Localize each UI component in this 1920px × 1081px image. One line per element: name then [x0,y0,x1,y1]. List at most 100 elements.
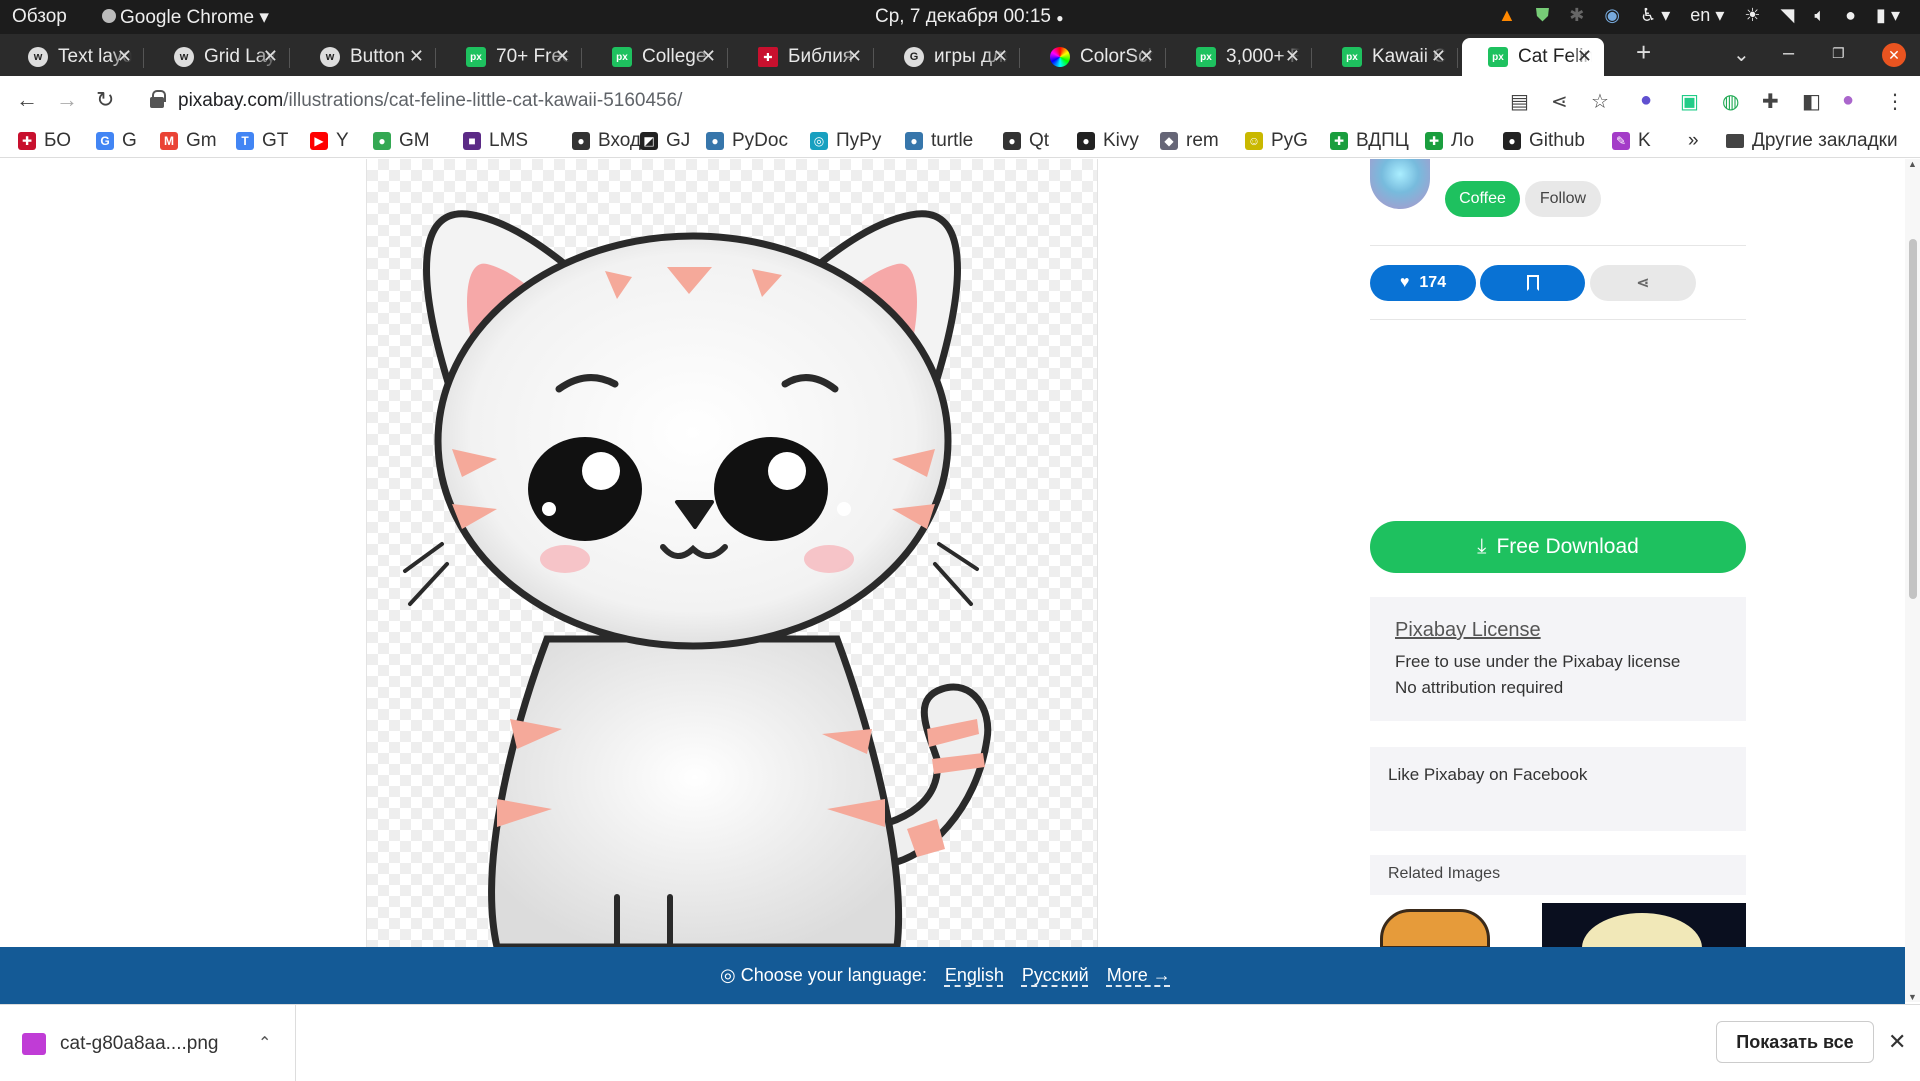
browser-tab[interactable]: px College ✕ [586,38,728,76]
tab-close-icon[interactable]: ✕ [1431,46,1446,67]
tab-close-icon[interactable]: ✕ [555,46,570,67]
scroll-down-icon[interactable]: ▼ [1908,992,1917,1002]
bookmark-item[interactable]: ◆ rem [1160,130,1219,152]
browser-tab[interactable]: wText layout✕ [2,38,144,76]
browser-tab[interactable]: w Button ✕ [294,38,436,76]
language-more-link[interactable]: More → [1107,965,1171,986]
bookmarks-overflow-button[interactable]: » [1688,130,1699,152]
download-item[interactable]: cat-g80a8aa....png [22,1033,218,1055]
related-image-thumb[interactable] [1542,903,1746,947]
bookmark-item[interactable]: ● turtle [905,130,973,152]
coffee-button[interactable]: Coffee [1445,181,1520,217]
page-scrollbar[interactable]: ▲ ▼ [1905,159,1920,1002]
wifi-icon[interactable]: ◥ [1781,5,1795,26]
microphone-icon[interactable]: ● [1845,5,1856,26]
lock-icon[interactable] [150,90,166,108]
app-menu[interactable]: Google Chrome ▾ [102,6,269,29]
tab-close-icon[interactable]: ✕ [847,46,862,67]
extension-reader-icon[interactable]: ▣ [1680,89,1699,114]
bookmark-item[interactable]: ● Вход [572,130,641,152]
bookmark-item[interactable]: ✚ ВДПЦ [1330,130,1409,152]
side-panel-icon[interactable]: ◧ [1802,89,1821,114]
tab-close-icon[interactable]: ✕ [263,46,278,67]
scroll-up-icon[interactable]: ▲ [1908,159,1917,169]
language-russian-link[interactable]: Русский [1022,965,1089,986]
vlc-icon[interactable]: ▲ [1498,5,1516,26]
show-all-downloads-button[interactable]: Показать все [1716,1021,1874,1063]
share-button[interactable]: ⋖ [1590,265,1696,301]
close-downloads-icon[interactable]: ✕ [1888,1029,1906,1055]
battery-icon[interactable]: ▮ ▾ [1876,5,1900,26]
bookmark-item[interactable]: ● Kivy [1077,130,1139,152]
bookmark-item[interactable]: ● Github [1503,130,1585,152]
activities-button[interactable]: Обзор [12,6,67,28]
follow-button[interactable]: Follow [1525,181,1601,217]
bookmark-item[interactable]: ◩ GJ [640,130,690,152]
bookmark-item[interactable]: ✚ БО [18,130,71,152]
chevron-up-icon[interactable]: ⌃ [258,1033,271,1053]
bookmark-item[interactable]: ▶ Y [310,130,349,152]
clock[interactable]: Ср, 7 декабря 00:15 ● [875,6,1064,28]
free-download-button[interactable]: ⤓ Free Download [1370,521,1746,573]
related-image-thumb[interactable] [1370,903,1502,947]
profile-avatar[interactable]: ● [1842,89,1854,112]
volume-icon[interactable]: 🔈︎ [1814,5,1825,26]
other-bookmarks-folder[interactable]: Другие закладки [1726,130,1898,152]
save-button[interactable] [1480,265,1585,301]
bookmark-item[interactable]: ◎ ПуРу [810,130,881,152]
keyboard-layout[interactable]: en ▾ [1690,5,1724,26]
new-tab-button[interactable]: + [1636,37,1651,68]
scrollbar-thumb[interactable] [1909,239,1917,599]
accessibility-icon[interactable]: ♿ ▾ [1640,5,1670,26]
browser-tab[interactable]: px 70+ Free ✕ [440,38,582,76]
tab-search-icon[interactable]: ⌄ [1733,42,1750,67]
reload-button[interactable]: ↻ [96,87,114,113]
extension-badge-icon[interactable]: ◍ [1722,89,1739,114]
bookmark-item[interactable]: ✎ K [1612,130,1651,152]
share-icon[interactable]: ⋖ [1551,89,1568,114]
minimize-button[interactable]: – [1783,42,1794,65]
license-link[interactable]: Pixabay License [1395,619,1541,642]
bookmark-item[interactable]: M Gm [160,130,217,152]
bookmark-item[interactable]: T GT [236,130,288,152]
globe-icon[interactable]: ◉ [1604,5,1620,26]
bookmark-item[interactable]: ■ LMS [463,130,528,152]
address-bar[interactable]: pixabay.com/illustrations/cat-feline-lit… [140,80,1615,120]
bookmark-item[interactable]: GG [96,130,137,152]
author-avatar[interactable] [1370,159,1430,209]
browser-tab[interactable]: ColorScheme✕ [1024,38,1166,76]
bookmark-star-icon[interactable]: ☆ [1591,89,1609,114]
tab-close-icon[interactable]: ✕ [117,46,132,67]
tab-close-icon[interactable]: ✕ [409,46,424,67]
extension-firefox-icon[interactable]: ● [1640,89,1652,112]
window-close-button[interactable]: ✕ [1882,43,1906,67]
like-button[interactable]: ♥ 174 [1370,265,1476,301]
tab-close-icon[interactable]: ✕ [993,46,1008,67]
browser-tab[interactable]: pxKawaii Cat✕ [1316,38,1458,76]
bluetooth-icon[interactable]: ✱ [1569,5,1584,26]
browser-tab[interactable]: wGrid Layout✕ [148,38,290,76]
bookmark-item[interactable]: ☺ PyG [1245,130,1308,152]
browser-tab[interactable]: Gигры для ✕ [878,38,1020,76]
brightness-icon[interactable]: ☀ [1744,5,1760,26]
forward-button[interactable]: → [56,87,78,113]
tab-close-icon[interactable]: ✕ [1139,46,1154,67]
bookmark-item[interactable]: ● GM [373,130,430,152]
shield-icon[interactable]: ⛊ [1536,5,1550,26]
browser-tab[interactable]: ✚ Библия ✕ [732,38,874,76]
back-button[interactable]: ← [16,87,38,113]
browser-tab[interactable]: pxCat Feline✕ [1462,38,1604,76]
chrome-menu-icon[interactable]: ⋮ [1885,89,1905,114]
main-image[interactable] [366,159,1098,947]
tab-close-icon[interactable]: ✕ [701,46,716,67]
browser-tab[interactable]: px3,000+ Free✕ [1170,38,1312,76]
translate-icon[interactable]: ▤ [1510,89,1529,114]
tab-close-icon[interactable]: ✕ [1577,46,1592,67]
language-english-link[interactable]: English [945,965,1004,986]
bookmark-item[interactable]: ● PyDoc [706,130,788,152]
bookmark-item[interactable]: ✚ Ло [1425,130,1474,152]
extensions-puzzle-icon[interactable]: ✚ [1762,89,1779,114]
tab-close-icon[interactable]: ✕ [1285,46,1300,67]
bookmark-item[interactable]: ● Qt [1003,130,1049,152]
restore-button[interactable]: ❐ [1832,45,1845,62]
